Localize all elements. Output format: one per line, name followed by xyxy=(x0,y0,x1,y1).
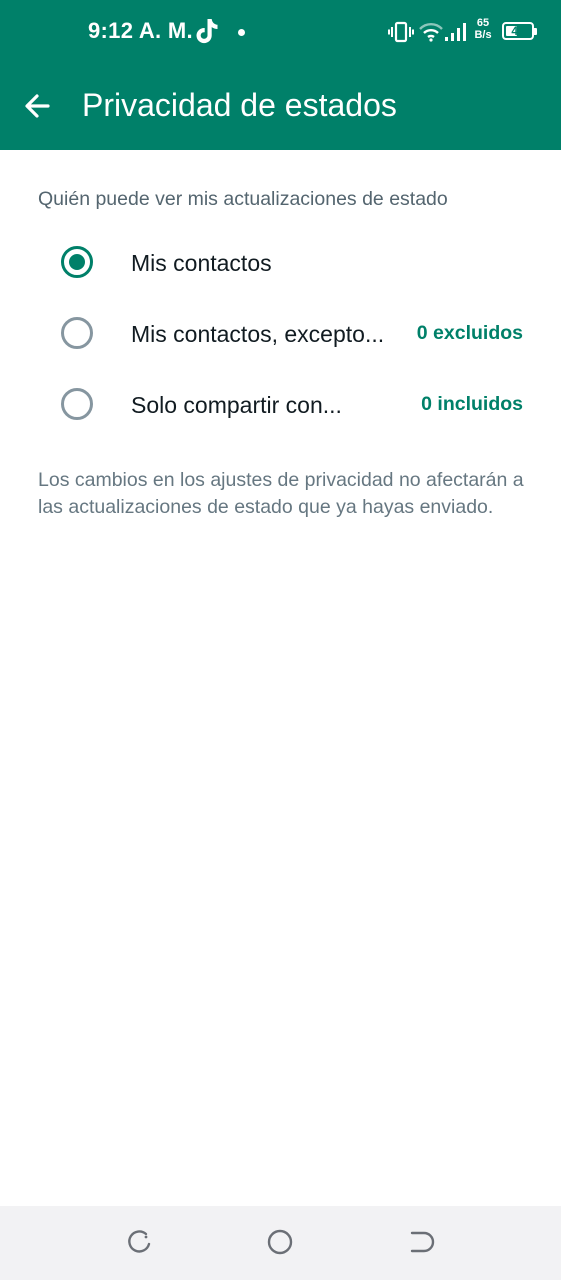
home-button[interactable] xyxy=(264,1226,296,1258)
recents-icon xyxy=(128,1230,151,1253)
vibrate-icon xyxy=(388,20,414,44)
page-title: Privacidad de estados xyxy=(82,87,397,123)
option-my-contacts[interactable]: Mis contactos xyxy=(0,228,561,298)
section-header: Quién puede ver mis actualizaciones de e… xyxy=(38,188,448,210)
recents-button[interactable] xyxy=(124,1226,156,1258)
option-only-share-with[interactable]: Solo compartir con... 0 incluidos xyxy=(0,369,561,439)
option-label: Mis contactos, excepto... xyxy=(131,321,385,347)
system-back-button[interactable] xyxy=(404,1226,436,1258)
network-speed-value: 65 xyxy=(476,17,490,29)
battery-level-text: 46 xyxy=(511,24,525,38)
navigation-bar xyxy=(0,1206,561,1280)
back-button[interactable] xyxy=(18,84,58,128)
tiktok-icon xyxy=(194,17,220,45)
option-label: Solo compartir con... xyxy=(131,392,342,418)
radio-button[interactable] xyxy=(61,246,93,278)
included-count: 0 incluidos xyxy=(421,393,523,415)
signal-icon xyxy=(444,20,468,42)
option-label: Mis contactos xyxy=(131,250,272,276)
excluded-count: 0 excluidos xyxy=(416,322,523,344)
status-time: 9:12 A. M. xyxy=(88,18,193,43)
arrow-left-icon xyxy=(25,94,50,118)
home-icon xyxy=(267,1229,293,1255)
wifi-icon xyxy=(418,20,444,42)
network-speed-unit: B/s xyxy=(474,29,492,41)
status-bar: 9:12 A. M. 65 B/s 46 xyxy=(0,0,561,64)
notification-dot-icon xyxy=(238,29,245,36)
back-icon xyxy=(410,1231,435,1253)
app-bar: 9:12 A. M. 65 B/s 46 Privacidad de estad… xyxy=(0,0,561,150)
privacy-note: Los cambios en los ajustes de privacidad… xyxy=(38,469,524,518)
battery-icon: 46 xyxy=(502,22,537,40)
radio-button[interactable] xyxy=(61,388,93,420)
option-my-contacts-except[interactable]: Mis contactos, excepto... 0 excluidos xyxy=(0,298,561,368)
network-speed: 65 B/s xyxy=(471,17,495,41)
radio-button[interactable] xyxy=(61,317,93,349)
